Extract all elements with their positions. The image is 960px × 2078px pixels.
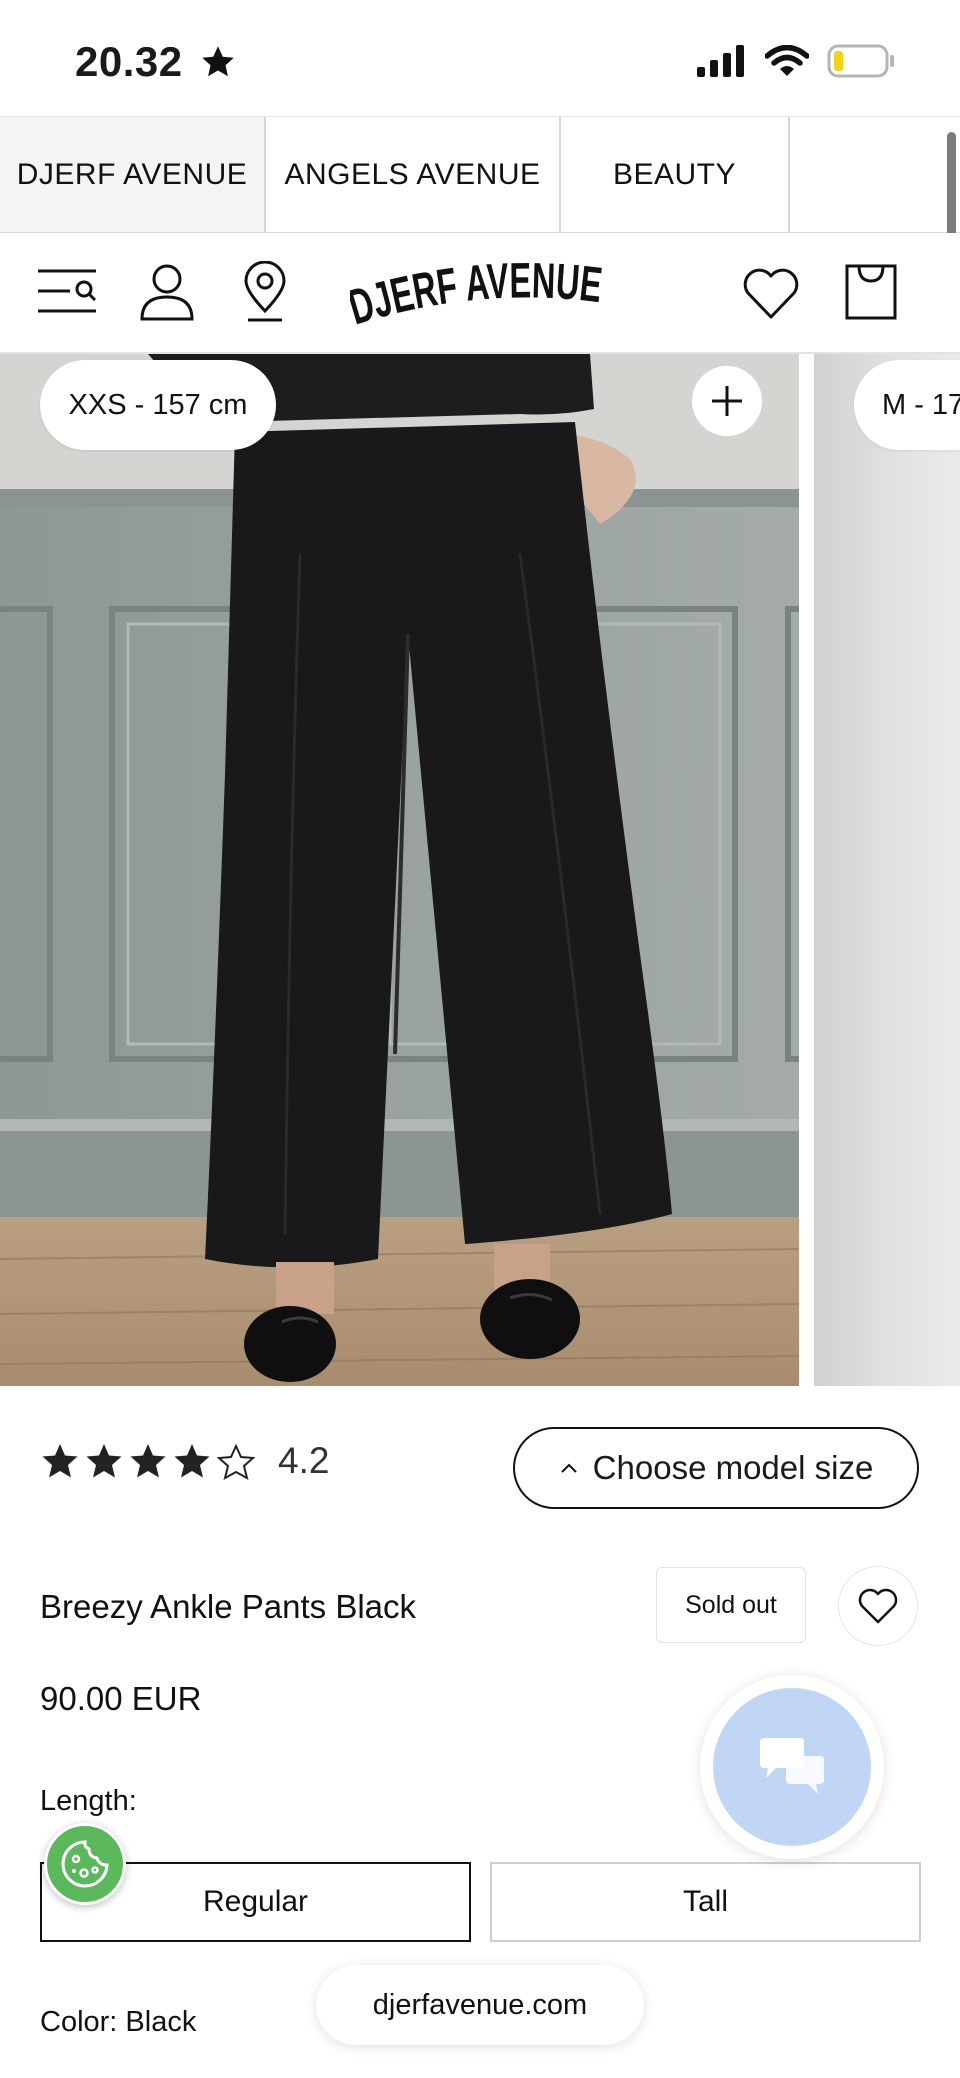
signal-icon: [697, 45, 744, 77]
product-gallery[interactable]: XXS - 157 cm M - 17: [0, 354, 960, 1386]
status-time: 20.32: [75, 38, 237, 86]
length-option-tall[interactable]: Tall: [490, 1862, 921, 1942]
zoom-button[interactable]: [692, 366, 762, 436]
chat-widget[interactable]: [700, 1675, 884, 1859]
star-icon: [202, 46, 234, 77]
status-bar: 20.32: [0, 0, 960, 116]
menu-search-button[interactable]: [36, 263, 100, 319]
tab-djerf-avenue[interactable]: DJERF AVENUE: [0, 117, 266, 232]
heart-icon: [858, 1588, 898, 1624]
battery-icon: [827, 44, 894, 78]
sold-out-badge: Sold out: [656, 1567, 806, 1643]
model-size-pill-next[interactable]: M - 17: [854, 360, 960, 450]
chat-button[interactable]: [713, 1688, 871, 1846]
brand-tabs: DJERF AVENUE ANGELS AVENUE BEAUTY: [0, 116, 960, 233]
product-price: 90.00 EUR: [40, 1680, 202, 1717]
store-locator-icon: [244, 261, 286, 322]
color-label: Color: Black: [40, 2006, 197, 2038]
wifi-icon: [765, 45, 809, 76]
tab-beauty[interactable]: BEAUTY: [561, 117, 790, 232]
cookie-icon: [61, 1840, 109, 1888]
product-title: Breezy Ankle Pants Black: [40, 1588, 417, 1625]
cart-icon: [845, 264, 897, 320]
svg-text:DJERF AVENUE: DJERF AVENUE: [350, 255, 605, 335]
product-rating[interactable]: 4.2: [40, 1440, 329, 1482]
choose-model-size-label: Choose model size: [592, 1449, 874, 1486]
browser-url-bar[interactable]: djerfavenue.com: [316, 1965, 644, 2045]
next-product-image[interactable]: [814, 354, 960, 1386]
choose-model-size-button[interactable]: Choose model size: [513, 1427, 919, 1509]
chat-bubbles-icon: [760, 1738, 824, 1794]
cart-button[interactable]: [844, 261, 898, 321]
tab-angels-avenue[interactable]: ANGELS AVENUE: [266, 117, 561, 232]
account-icon: [140, 264, 194, 321]
menu-search-icon: [38, 269, 97, 313]
site-header: DJERF AVENUE: [0, 233, 960, 354]
product-image[interactable]: XXS - 157 cm: [0, 354, 799, 1386]
logo-wordmark: DJERF AVENUE: [342, 252, 605, 335]
chevron-up-icon: [560, 1463, 577, 1473]
add-to-wishlist-button[interactable]: [838, 1566, 918, 1646]
store-locator-button[interactable]: [240, 261, 290, 323]
plus-icon: [712, 386, 742, 416]
djerf-avenue-logo[interactable]: DJERF AVENUE: [342, 252, 610, 335]
time-text: 20.32: [75, 38, 183, 85]
account-button[interactable]: [138, 263, 196, 321]
wishlist-icon: [743, 268, 799, 319]
product-photo: [0, 354, 799, 1386]
length-label: Length:: [40, 1785, 137, 1817]
status-icons: [697, 44, 895, 78]
rating-value: 4.2: [278, 1440, 330, 1481]
wishlist-button[interactable]: [740, 265, 802, 321]
star-rating-icon: [42, 1443, 256, 1480]
model-size-pill[interactable]: XXS - 157 cm: [40, 360, 276, 450]
cookie-settings-button[interactable]: [44, 1823, 126, 1905]
